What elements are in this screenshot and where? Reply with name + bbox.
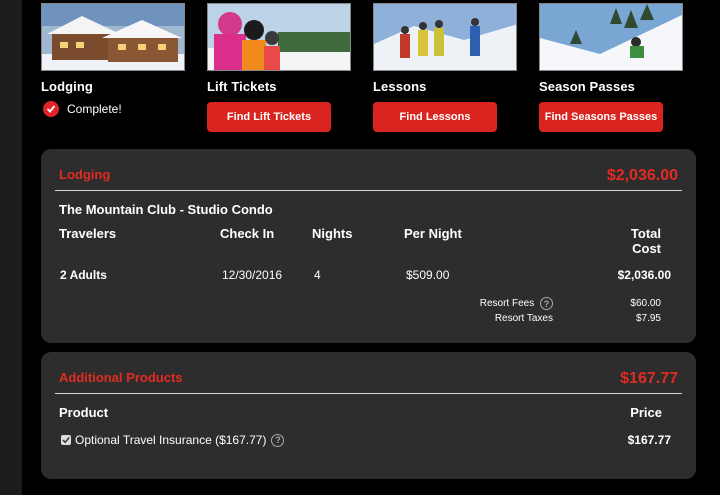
col-per-night: Per Night [404, 226, 462, 241]
resort-fees-text: Resort Fees [479, 298, 535, 310]
resort-taxes-amount: $7.95 [635, 313, 661, 324]
col-price: Price [630, 405, 662, 420]
additional-panel-title: Additional Products [59, 370, 183, 385]
additional-total: $167.77 [620, 370, 678, 387]
tile-title: Season Passes [539, 79, 635, 94]
resort-fees-label: Resort Fees ? [480, 297, 553, 310]
find-lessons-button[interactable]: Find Lessons [373, 102, 497, 132]
tile-season-passes: Season Passes Find Seasons Passes [539, 3, 683, 132]
row-travelers: 2 Adults [60, 268, 107, 282]
help-icon[interactable]: ? [540, 297, 553, 310]
tile-title: Lift Tickets [207, 79, 277, 94]
col-nights: Nights [312, 226, 353, 241]
insurance-label: Optional Travel Insurance ($167.77) [75, 433, 267, 447]
complete-label: Complete! [67, 102, 122, 116]
insurance-price: $167.77 [627, 433, 671, 447]
tile-lessons: Lessons Find Lessons [373, 3, 517, 132]
lift-tickets-photo [207, 3, 351, 71]
lodging-photo [41, 3, 185, 71]
col-total-cost: Total Cost [631, 226, 661, 256]
lodging-total: $2,036.00 [606, 167, 678, 184]
tile-title: Lodging [41, 79, 93, 94]
left-page-strip [0, 0, 22, 495]
row-total-cost: $2,036.00 [617, 268, 671, 282]
row-nights: 4 [314, 268, 321, 282]
lodging-panel-header: Lodging $2,036.00 [55, 149, 682, 191]
lessons-photo [373, 3, 517, 71]
resort-fees-amount: $60.00 [630, 298, 661, 309]
col-product: Product [59, 405, 109, 420]
tile-title: Lessons [373, 79, 427, 94]
checkmark-icon [43, 101, 59, 117]
col-check-in: Check In [220, 226, 275, 241]
tile-lift-tickets: Lift Tickets Find Lift Tickets [207, 3, 351, 132]
find-season-passes-button[interactable]: Find Seasons Passes [539, 102, 663, 132]
find-lift-tickets-button[interactable]: Find Lift Tickets [207, 102, 331, 132]
property-name: The Mountain Club - Studio Condo [59, 202, 273, 217]
tile-lodging: Lodging Complete! [41, 3, 185, 117]
row-check-in: 12/30/2016 [222, 268, 283, 282]
additional-panel-header: Additional Products $167.77 [55, 352, 682, 394]
col-total-cost-line1: Total [630, 226, 661, 241]
insurance-item: Optional Travel Insurance ($167.77) ? [61, 433, 285, 447]
col-travelers: Travelers [59, 226, 117, 241]
col-total-cost-line2: Cost [632, 241, 661, 256]
resort-taxes-label: Resort Taxes [494, 313, 553, 324]
help-icon[interactable]: ? [271, 433, 285, 447]
lodging-panel-title: Lodging [59, 167, 111, 182]
additional-products-panel: Additional Products $167.77 Product Pric… [41, 352, 696, 479]
season-passes-photo [539, 3, 683, 71]
row-per-night: $509.00 [406, 268, 450, 282]
insurance-checkbox[interactable] [61, 435, 71, 445]
complete-status: Complete! [41, 101, 185, 117]
lodging-panel: Lodging $2,036.00 The Mountain Club - St… [41, 149, 696, 343]
